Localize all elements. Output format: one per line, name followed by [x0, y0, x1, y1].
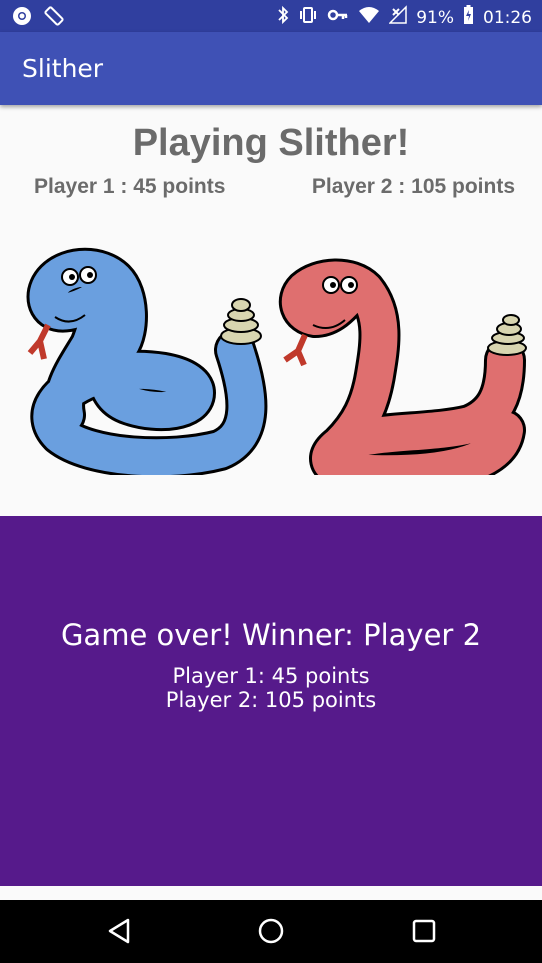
wifi-icon: [358, 5, 380, 30]
back-icon[interactable]: [106, 916, 134, 951]
player2-score: Player 2 : 105 points: [311, 175, 515, 198]
clock: 01:26: [483, 7, 532, 28]
player2-snake: [278, 258, 527, 495]
chrome-icon: [12, 6, 32, 31]
game-view: Playing Slither! Player 1 : 45 points Pl…: [0, 105, 542, 516]
app-bar: Slither: [0, 32, 542, 105]
home-icon[interactable]: [256, 916, 286, 951]
battery-charging-icon: [463, 5, 474, 30]
navigation-bar: [0, 900, 542, 963]
screen-rotation-icon: [44, 6, 64, 31]
winner-text: Game over! Winner: Player 2: [60, 618, 482, 652]
app-title: Slither: [22, 54, 104, 83]
snake-board: [0, 245, 542, 495]
status-bar: 91% 01:26: [0, 0, 542, 32]
battery-percent: 91%: [416, 7, 454, 28]
player1-snake: [26, 247, 268, 479]
no-signal-icon: [388, 5, 407, 30]
recents-icon[interactable]: [410, 916, 438, 951]
player1-result: Player 1: 45 points: [172, 664, 370, 688]
player1-score: Player 1 : 45 points: [34, 175, 226, 198]
bluetooth-icon: [277, 5, 289, 30]
game-heading: Playing Slither!: [132, 122, 410, 164]
vibrate-icon: [298, 5, 318, 30]
key-icon: [327, 5, 349, 30]
game-over-panel: Game over! Winner: Player 2 Player 1: 45…: [0, 516, 542, 886]
player2-result: Player 2: 105 points: [165, 688, 377, 712]
